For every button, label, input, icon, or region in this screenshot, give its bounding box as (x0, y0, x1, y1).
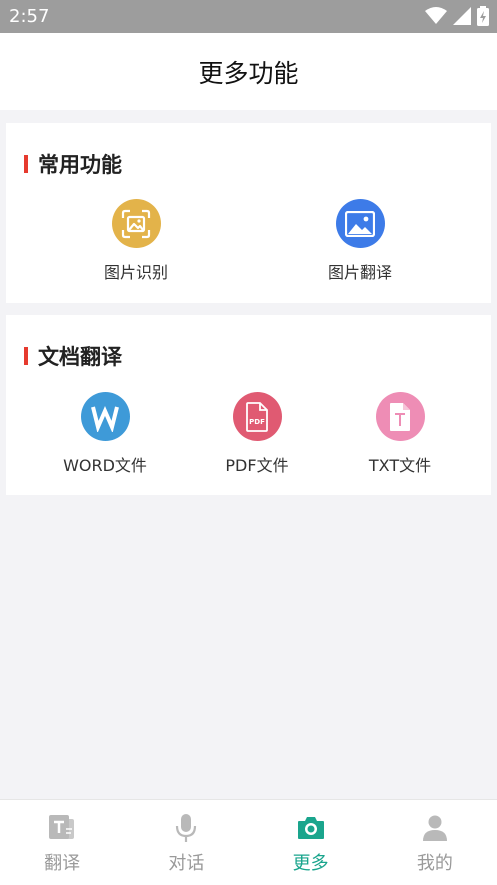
document-translation-card: 文档翻译 WORD文件 PDF PDF文件 TXT文件 (6, 315, 491, 495)
nav-label: 翻译 (44, 853, 81, 874)
feature-label: TXT文件 (368, 456, 432, 475)
image-recognition-button[interactable]: 图片识别 (76, 199, 196, 283)
txt-icon (375, 392, 425, 441)
page-title: 更多功能 (198, 58, 299, 88)
word-file-button[interactable]: WORD文件 (45, 392, 165, 476)
status-bar: 2:57 (0, 0, 497, 33)
app-header: 更多功能 (0, 33, 497, 110)
feature-label: 图片翻译 (327, 263, 392, 282)
section-marker (24, 347, 28, 365)
nav-label: 我的 (416, 853, 453, 874)
image-icon (335, 199, 385, 248)
section-title: 文档翻译 (38, 345, 122, 369)
bottom-nav: 翻译 对话 更多 我的 (0, 799, 497, 885)
person-icon (422, 815, 447, 841)
nav-item-conversation[interactable]: 对话 (124, 800, 248, 885)
feature-label: 图片识别 (103, 263, 168, 282)
wifi-icon (425, 7, 447, 24)
translate-icon (49, 815, 75, 839)
pdf-icon: PDF (232, 392, 282, 441)
nav-item-translate[interactable]: 翻译 (0, 800, 124, 885)
section-title: 常用功能 (38, 153, 122, 177)
nav-item-more[interactable]: 更多 (249, 800, 373, 885)
word-icon (80, 392, 130, 441)
nav-label: 对话 (168, 853, 205, 874)
camera-icon (297, 817, 324, 839)
feature-label: PDF文件 (225, 456, 289, 475)
section-header: 文档翻译 (24, 341, 122, 371)
nav-item-profile[interactable]: 我的 (373, 800, 497, 885)
section-marker (24, 155, 28, 173)
nav-label: 更多 (292, 853, 329, 874)
image-scan-icon (111, 199, 161, 248)
txt-file-button[interactable]: TXT文件 (340, 392, 460, 476)
svg-text:PDF: PDF (249, 418, 265, 426)
battery-icon (477, 6, 489, 26)
image-translate-button[interactable]: 图片翻译 (300, 199, 420, 283)
status-icons (425, 6, 489, 26)
pdf-file-button[interactable]: PDF PDF文件 (197, 392, 317, 476)
common-functions-card: 常用功能 图片识别 图片翻译 (6, 123, 491, 303)
status-time: 2:57 (9, 6, 50, 27)
microphone-icon (176, 814, 197, 842)
signal-icon (453, 7, 471, 25)
section-header: 常用功能 (24, 149, 122, 179)
feature-label: WORD文件 (63, 456, 147, 475)
